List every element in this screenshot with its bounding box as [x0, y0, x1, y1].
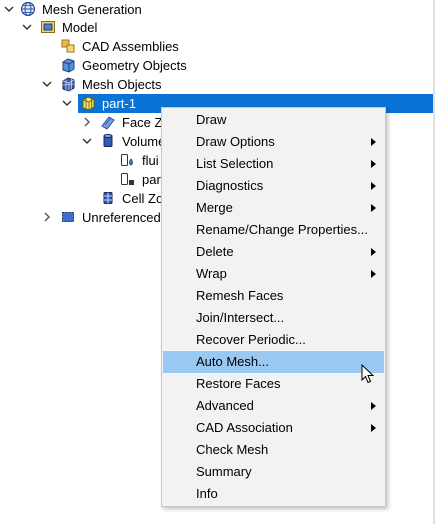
tree-node-face-zones[interactable]: Face Z [0, 113, 163, 132]
fluid-drop-icon [120, 152, 136, 168]
volume-cylinder-icon [100, 133, 116, 149]
menu-item-label: List Selection [196, 156, 274, 171]
mouse-pointer-icon [361, 363, 375, 387]
menu-item-label: Join/Intersect... [196, 310, 285, 325]
menu-item-label: Advanced [196, 398, 254, 413]
menu-item-info[interactable]: Info [163, 483, 384, 505]
chevron-down-icon[interactable] [4, 0, 14, 19]
tree-node-label: Face Z [122, 115, 163, 130]
menu-item-draw[interactable]: Draw [163, 109, 384, 131]
tree-node-label: par [142, 172, 161, 187]
tree-node-label: Cell Zo [122, 191, 161, 206]
context-menu: Draw Draw Options List Selection Diagnos… [161, 107, 386, 507]
menu-item-auto-mesh[interactable]: Auto Mesh... [163, 351, 384, 373]
menu-item-diagnostics[interactable]: Diagnostics [163, 175, 384, 197]
tree-node-label: Mesh Generation [42, 2, 142, 17]
mesh-part-icon [80, 95, 96, 111]
menu-item-list-selection[interactable]: List Selection [163, 153, 384, 175]
menu-item-advanced[interactable]: Advanced [163, 395, 384, 417]
menu-item-label: Check Mesh [196, 442, 269, 457]
menu-item-label: Merge [196, 200, 233, 215]
menu-item-summary[interactable]: Summary [163, 461, 384, 483]
chevron-right-icon[interactable] [82, 113, 92, 132]
submenu-arrow-icon [371, 270, 376, 278]
menu-item-remesh-faces[interactable]: Remesh Faces [163, 285, 384, 307]
menu-item-label: Rename/Change Properties... [196, 222, 368, 237]
menu-item-label: Remesh Faces [196, 288, 284, 303]
tree-node-fluid[interactable]: flui [0, 151, 161, 170]
menu-item-label: Recover Periodic... [196, 332, 306, 347]
tree-node-label: Model [62, 20, 98, 35]
tree-node-label: flui [142, 153, 159, 168]
menu-item-label: Delete [196, 244, 234, 259]
chevron-down-icon[interactable] [22, 18, 32, 37]
tree-node-part-volume[interactable]: par [0, 170, 161, 189]
menu-item-label: Info [196, 486, 218, 501]
menu-item-label: Summary [196, 464, 252, 479]
menu-item-label: Auto Mesh... [196, 354, 269, 369]
menu-item-restore-faces[interactable]: Restore Faces [163, 373, 384, 395]
mesh-cube-icon [60, 76, 76, 92]
tree-node-label: CAD Assemblies [82, 39, 179, 54]
menu-item-label: Wrap [196, 266, 227, 281]
tree-node-mesh-generation[interactable]: Mesh Generation [0, 0, 435, 19]
menu-item-merge[interactable]: Merge [163, 197, 384, 219]
globe-icon [20, 1, 36, 17]
tree-node-label: part-1 [102, 96, 136, 111]
chevron-down-icon[interactable] [82, 132, 92, 151]
submenu-arrow-icon [371, 182, 376, 190]
menu-item-check-mesh[interactable]: Check Mesh [163, 439, 384, 461]
menu-item-label: Draw [196, 112, 227, 127]
menu-item-delete[interactable]: Delete [163, 241, 384, 263]
menu-item-draw-options[interactable]: Draw Options [163, 131, 384, 153]
cell-zone-icon [100, 190, 116, 206]
tree-node-cell-zones[interactable]: Cell Zo [0, 189, 161, 208]
menu-item-rename-change-properties[interactable]: Rename/Change Properties... [163, 219, 384, 241]
tree-node-unreferenced[interactable]: Unreferenced [0, 208, 161, 227]
face-zone-icon [100, 114, 116, 130]
menu-item-wrap[interactable]: Wrap [163, 263, 384, 285]
menu-item-cad-association[interactable]: CAD Association [163, 417, 384, 439]
menu-item-label: Restore Faces [196, 376, 281, 391]
chevron-right-icon[interactable] [42, 208, 52, 227]
tree-node-label: Geometry Objects [82, 58, 187, 73]
tree-node-volumes[interactable]: Volume [0, 132, 161, 151]
menu-item-recover-periodic[interactable]: Recover Periodic... [163, 329, 384, 351]
menu-item-label: Draw Options [196, 134, 275, 149]
submenu-arrow-icon [371, 204, 376, 212]
menu-item-label: Diagnostics [196, 178, 264, 193]
unreferenced-icon [60, 209, 76, 225]
submenu-arrow-icon [371, 248, 376, 256]
menu-item-join-intersect[interactable]: Join/Intersect... [163, 307, 384, 329]
submenu-arrow-icon [371, 402, 376, 410]
submenu-arrow-icon [371, 138, 376, 146]
solid-part-icon [120, 171, 136, 187]
chevron-down-icon[interactable] [42, 75, 52, 94]
menu-item-label: CAD Association [196, 420, 293, 435]
tree-node-mesh-objects[interactable]: Mesh Objects [0, 75, 435, 94]
geometry-cube-icon [60, 57, 76, 73]
tree-node-cad-assemblies[interactable]: CAD Assemblies [0, 37, 435, 56]
tree-node-label: Volume [122, 134, 161, 149]
cad-assemblies-icon [60, 38, 76, 54]
tree-node-geometry-objects[interactable]: Geometry Objects [0, 56, 435, 75]
submenu-arrow-icon [371, 160, 376, 168]
model-icon [40, 19, 56, 35]
tree-node-label: Unreferenced [82, 210, 161, 225]
tree-node-label: Mesh Objects [82, 77, 162, 92]
chevron-down-icon[interactable] [62, 94, 72, 113]
tree-node-model[interactable]: Model [0, 18, 435, 37]
submenu-arrow-icon [371, 424, 376, 432]
